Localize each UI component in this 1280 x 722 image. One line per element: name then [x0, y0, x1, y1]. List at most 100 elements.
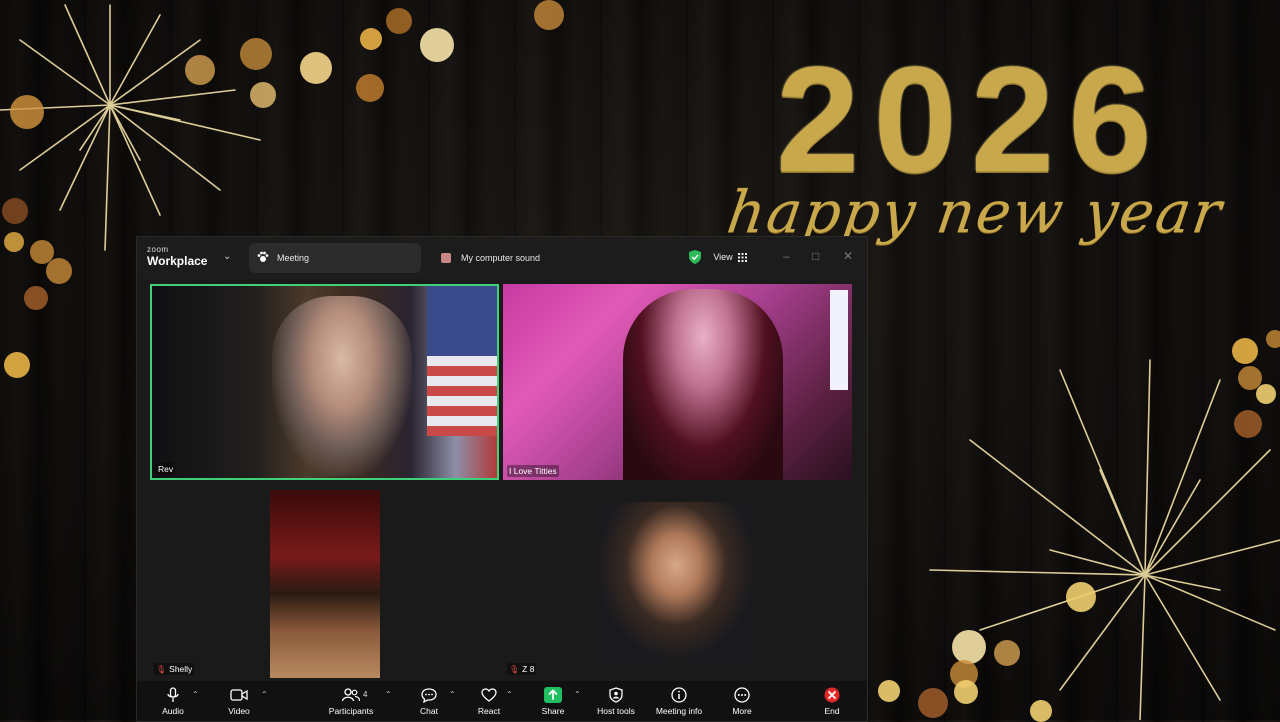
react-label: React [477, 706, 501, 716]
bokeh-light [250, 82, 276, 108]
bokeh-light [2, 198, 28, 224]
more-icon [732, 686, 752, 704]
bokeh-light [356, 74, 384, 102]
grid-icon [737, 252, 747, 262]
shield-icon [606, 686, 626, 704]
view-label: View [713, 252, 733, 262]
paw-icon [257, 251, 271, 266]
microphone-icon [163, 686, 183, 704]
view-button[interactable]: View [705, 245, 755, 269]
bokeh-light [4, 352, 30, 378]
react-button[interactable]: React [477, 681, 501, 721]
bokeh-light [954, 680, 978, 704]
bokeh-light [1266, 330, 1280, 348]
audio-options-caret-icon[interactable]: ⌃ [192, 690, 199, 699]
end-meeting-button[interactable]: End [821, 681, 843, 721]
title-bar: zoom Workplace ⌄ Meeting My computer sou… [137, 237, 867, 279]
bokeh-light [10, 95, 44, 129]
bokeh-light [1066, 582, 1096, 612]
tab-meeting[interactable]: Meeting [249, 243, 421, 273]
video-tile-shelly[interactable]: 🎙 Shelly [150, 484, 499, 678]
participants-options-caret-icon[interactable]: ⌃ [385, 690, 392, 699]
chat-options-caret-icon[interactable]: ⌃ [449, 690, 456, 699]
bokeh-light [386, 8, 412, 34]
bokeh-light [918, 688, 948, 718]
bokeh-light [1030, 700, 1052, 722]
host-tools-button[interactable]: Host tools [595, 681, 637, 721]
tab-computer-sound-label: My computer sound [461, 253, 541, 263]
tab-computer-sound[interactable]: My computer sound [437, 243, 597, 273]
video-button[interactable]: Video [223, 681, 255, 721]
video-tile-rev[interactable]: Rev [150, 284, 499, 480]
bokeh-light [1232, 338, 1258, 364]
shield-check-icon[interactable] [689, 250, 701, 264]
bokeh-light [952, 630, 986, 664]
bokeh-light [534, 0, 564, 30]
firework-decoration-top-left [0, 4, 261, 251]
mic-muted-icon: 🎙 [509, 664, 520, 674]
bokeh-light [240, 38, 272, 70]
end-call-icon [822, 686, 842, 704]
share-screen-icon [543, 686, 563, 704]
video-tile-z8[interactable]: 🎙 Z 8 [503, 484, 852, 678]
participants-count: 4 [363, 690, 368, 699]
tab-meeting-label: Meeting [277, 253, 310, 263]
zoom-workplace-logo[interactable]: zoom Workplace [147, 245, 208, 268]
audio-button[interactable]: Audio [157, 681, 189, 721]
bokeh-light [878, 680, 900, 702]
host-tools-label: Host tools [597, 706, 635, 716]
participant-name: 🎙 Z 8 [507, 663, 537, 675]
bokeh-light [300, 52, 332, 84]
chevron-down-icon[interactable]: ⌄ [223, 251, 231, 262]
participant-video [623, 289, 783, 480]
react-options-caret-icon[interactable]: ⌃ [506, 690, 513, 699]
meeting-toolbar: Audio ⌃ Video ⌃ Participants 4 ⌃ Chat ⌃ [137, 681, 867, 721]
participants-icon [341, 686, 361, 704]
participants-button[interactable]: Participants [325, 681, 377, 721]
more-label: More [732, 706, 752, 716]
brand-name: Workplace [147, 254, 208, 268]
meeting-info-label: Meeting info [655, 706, 703, 716]
chat-button[interactable]: Chat [417, 681, 441, 721]
maximize-icon[interactable]: □ [812, 249, 819, 263]
share-options-caret-icon[interactable]: ⌃ [574, 690, 581, 699]
participant-video [272, 296, 412, 476]
bokeh-light [46, 258, 72, 284]
participant-name: Rev [156, 463, 176, 475]
participant-name: I Love Titties [507, 465, 559, 477]
video-options-caret-icon[interactable]: ⌃ [261, 690, 268, 699]
year-heading: 2026 [776, 35, 1166, 203]
brand-small-text: zoom [147, 245, 169, 254]
bokeh-light [1234, 410, 1262, 438]
video-label: Video [228, 706, 250, 716]
meeting-info-button[interactable]: Meeting info [653, 681, 705, 721]
video-tile-i-love-titties[interactable]: I Love Titties [503, 284, 852, 480]
bokeh-light [420, 28, 454, 62]
minimize-icon[interactable]: – [783, 249, 790, 263]
audio-label: Audio [162, 706, 184, 716]
participant-video [597, 502, 755, 660]
bokeh-light [994, 640, 1020, 666]
chat-label: Chat [420, 706, 438, 716]
participant-name: 🎙 Shelly [154, 663, 195, 675]
more-button[interactable]: More [729, 681, 755, 721]
participant-video [270, 490, 380, 678]
bokeh-light [1256, 384, 1276, 404]
bokeh-light [24, 286, 48, 310]
end-label: End [824, 706, 840, 716]
participants-label: Participants [328, 706, 374, 716]
bokeh-light [4, 232, 24, 252]
computer-sound-icon [441, 253, 451, 263]
bokeh-light [360, 28, 382, 50]
flag-stars [427, 286, 497, 356]
share-label: Share [541, 706, 565, 716]
mic-muted-icon: 🎙 [156, 664, 167, 674]
chat-icon [419, 686, 439, 704]
share-button[interactable]: Share [539, 681, 567, 721]
info-icon [669, 686, 689, 704]
zoom-meeting-window: zoom Workplace ⌄ Meeting My computer sou… [136, 236, 868, 722]
video-camera-icon [229, 686, 249, 704]
close-icon[interactable]: ✕ [843, 249, 853, 263]
heart-icon [479, 686, 499, 704]
bokeh-light [185, 55, 215, 85]
